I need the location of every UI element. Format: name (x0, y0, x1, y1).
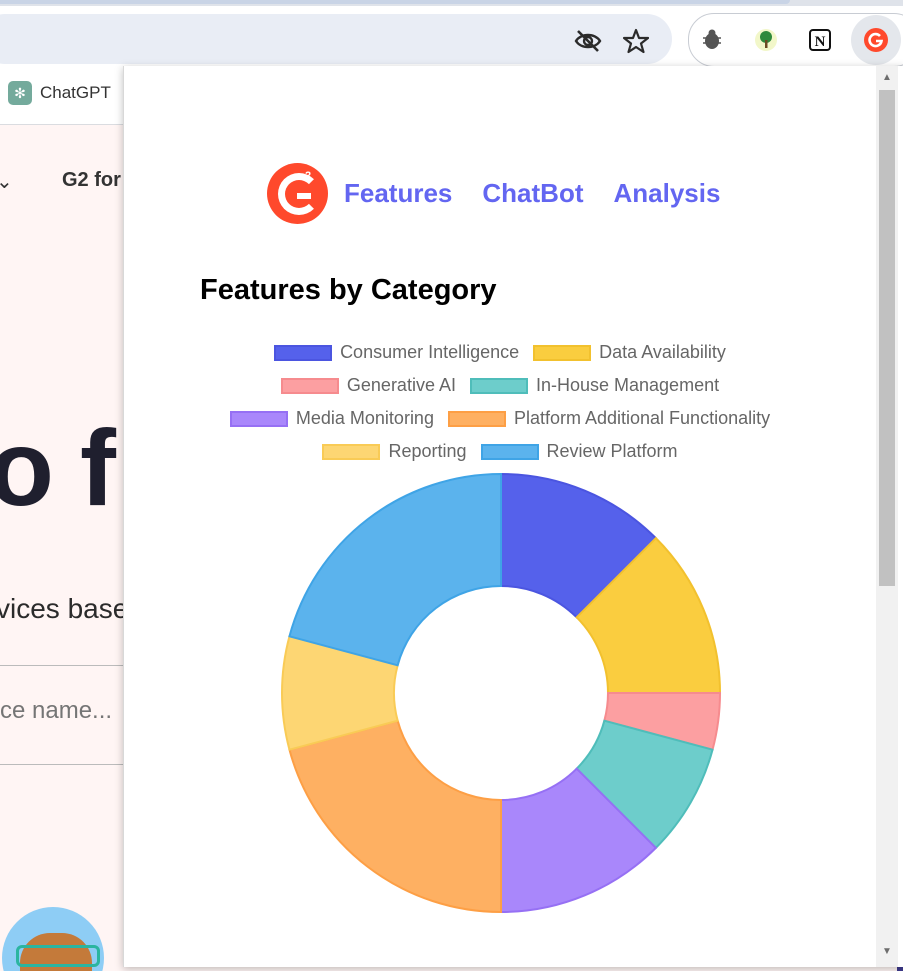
g2-icon[interactable] (851, 15, 901, 65)
donut-slice-review-platform[interactable] (288, 472, 502, 667)
mascot-avatar[interactable] (2, 907, 104, 971)
scroll-up-icon[interactable]: ▲ (882, 72, 892, 83)
legend-item-platform-additional-functionality[interactable]: Platform Additional Functionality (447, 408, 771, 429)
mascot-glasses (16, 945, 100, 967)
active-tab-edge (0, 0, 790, 4)
address-bar[interactable] (0, 14, 672, 64)
legend-swatch (280, 377, 339, 394)
bookmark-label: ChatGPT (40, 83, 111, 102)
legend-label: Consumer Intelligence (340, 342, 520, 362)
eye-off-icon[interactable] (574, 27, 602, 55)
popup-header: 2 Features ChatBot Analysis (267, 163, 750, 224)
hero-heading: o f (0, 407, 116, 528)
star-icon[interactable] (622, 27, 650, 55)
legend-row: Reporting Review Platform (124, 435, 876, 468)
chatgpt-icon: ✻ (8, 81, 32, 105)
legend-label: Media Monitoring (295, 408, 434, 428)
legend-swatch (274, 344, 333, 361)
legend-swatch (533, 344, 592, 361)
legend-item-review-platform[interactable]: Review Platform (480, 441, 678, 462)
extensions-bar: N (688, 13, 903, 67)
legend-item-in-house-management[interactable]: In-House Management (469, 375, 720, 396)
legend-row: Media Monitoring Platform Additional Fun… (124, 402, 876, 435)
legend-swatch (229, 410, 288, 427)
bookmark-chatgpt[interactable]: ✻ ChatGPT (8, 81, 111, 105)
legend-item-data-availability[interactable]: Data Availability (533, 342, 726, 363)
svg-text:N: N (815, 34, 826, 50)
tab-analysis[interactable]: Analysis (613, 178, 720, 209)
legend-row: Consumer Intelligence Data Availability (124, 336, 876, 369)
browser-toolbar: N (0, 6, 903, 67)
legend-label: Data Availability (599, 342, 726, 362)
legend-label: Generative AI (346, 375, 456, 395)
chart-legend: Consumer Intelligence Data Availability … (124, 336, 876, 468)
notion-icon[interactable]: N (803, 23, 837, 57)
legend-swatch (322, 443, 381, 460)
tree-icon[interactable] (749, 23, 783, 57)
popup-scrollbar[interactable]: ▲ ▼ (876, 66, 898, 967)
g2-logo-bar (297, 193, 311, 199)
donut-slice-platform-additional-functionality[interactable] (288, 719, 502, 914)
legend-label: Reporting (388, 441, 467, 461)
legend-label: Platform Additional Functionality (513, 408, 771, 428)
legend-row: Generative AI In-House Management (124, 369, 876, 402)
legend-swatch (469, 377, 528, 394)
g2-logo-icon: 2 (267, 163, 328, 224)
legend-label: In-House Management (535, 375, 720, 395)
tab-chatbot[interactable]: ChatBot (482, 178, 583, 209)
legend-label: Review Platform (546, 441, 678, 461)
g2-logo-two: 2 (305, 170, 312, 182)
search-input[interactable] (0, 696, 132, 726)
scroll-down-icon[interactable]: ▼ (882, 946, 892, 957)
chart-title: Features by Category (200, 274, 497, 306)
bug-icon[interactable] (695, 23, 729, 57)
legend-item-media-monitoring[interactable]: Media Monitoring (229, 408, 434, 429)
nav-chevron-icon: ⌄ (0, 171, 13, 193)
hero-subtitle: vices base (0, 593, 129, 624)
legend-item-reporting[interactable]: Reporting (322, 441, 467, 462)
legend-item-consumer-intelligence[interactable]: Consumer Intelligence (274, 342, 519, 363)
nav-link[interactable]: G2 for (62, 169, 121, 192)
legend-swatch (447, 410, 506, 427)
tab-features[interactable]: Features (344, 178, 452, 209)
g2-extension-popup: 2 Features ChatBot Analysis Features by … (123, 66, 903, 967)
scrollbar-thumb[interactable] (879, 90, 895, 586)
search-box[interactable] (0, 665, 132, 765)
legend-swatch (480, 443, 539, 460)
features-donut-chart (281, 472, 722, 914)
legend-item-generative-ai[interactable]: Generative AI (280, 375, 456, 396)
